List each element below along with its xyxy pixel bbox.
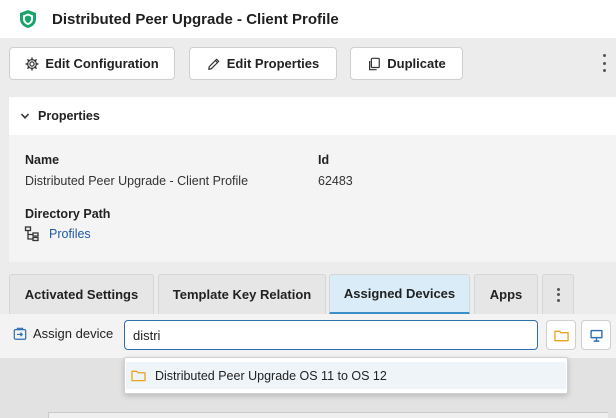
hierarchy-icon	[24, 226, 39, 242]
tab-label: Apps	[489, 287, 523, 302]
directory-path-value: Profiles	[49, 227, 91, 241]
edit-properties-button[interactable]: Edit Properties	[189, 47, 337, 80]
properties-panel: Properties Name Distributed Peer Upgrade…	[9, 97, 616, 262]
tab-label: Template Key Relation	[172, 287, 312, 302]
browse-folder-button[interactable]	[546, 320, 576, 350]
shield-icon	[20, 10, 36, 28]
tab-assigned-devices[interactable]: Assigned Devices	[329, 274, 470, 314]
name-value: Distributed Peer Upgrade - Client Profil…	[25, 174, 249, 188]
device-search-input[interactable]	[124, 320, 538, 350]
name-label: Name	[25, 153, 60, 167]
edit-configuration-label: Edit Configuration	[45, 56, 159, 71]
edit-configuration-button[interactable]: Edit Configuration	[9, 47, 175, 80]
device-list-frame	[48, 412, 608, 418]
assign-device-icon	[13, 327, 27, 340]
pencil-icon	[207, 58, 220, 70]
gear-icon	[25, 56, 39, 71]
duplicate-label: Duplicate	[387, 56, 446, 71]
assign-device-label: Assign device	[33, 326, 114, 341]
monitor-icon	[589, 329, 603, 342]
title-bar: Distributed Peer Upgrade - Client Profil…	[0, 0, 616, 38]
properties-header[interactable]: Properties	[9, 97, 616, 135]
chevron-down-icon	[20, 113, 30, 119]
directory-path-label: Directory Path	[25, 207, 111, 221]
more-options-icon[interactable]	[600, 54, 608, 72]
tab-bar: Activated Settings Template Key Relation…	[0, 274, 616, 314]
search-suggestions-dropdown: Distributed Peer Upgrade OS 11 to OS 12	[124, 357, 568, 394]
id-value: 62483	[318, 174, 353, 188]
page-title: Distributed Peer Upgrade - Client Profil…	[52, 10, 339, 28]
more-tabs-icon	[554, 287, 562, 302]
assign-device-row: Assign device	[0, 314, 616, 358]
tab-activated-settings[interactable]: Activated Settings	[9, 274, 154, 314]
assign-device-button[interactable]: Assign device	[13, 326, 113, 341]
toolbar: Edit Configuration Edit Properties Dupli…	[0, 38, 616, 88]
device-picker-button[interactable]	[581, 320, 611, 350]
edit-properties-label: Edit Properties	[226, 56, 320, 71]
tab-label: Activated Settings	[24, 287, 139, 302]
tab-template-key-relation[interactable]: Template Key Relation	[158, 274, 326, 314]
tab-apps[interactable]: Apps	[474, 274, 538, 314]
id-label: Id	[318, 153, 330, 167]
properties-title: Properties	[38, 109, 100, 123]
tab-label: Assigned Devices	[343, 286, 456, 301]
tab-overflow-button[interactable]	[542, 274, 574, 314]
directory-path-link[interactable]: Profiles	[24, 226, 91, 242]
copy-icon	[369, 57, 381, 70]
duplicate-button[interactable]: Duplicate	[350, 47, 463, 80]
folder-icon	[131, 370, 146, 382]
folder-icon	[553, 330, 569, 341]
suggestion-item[interactable]: Distributed Peer Upgrade OS 11 to OS 12	[126, 362, 566, 389]
suggestion-label: Distributed Peer Upgrade OS 11 to OS 12	[155, 368, 387, 383]
